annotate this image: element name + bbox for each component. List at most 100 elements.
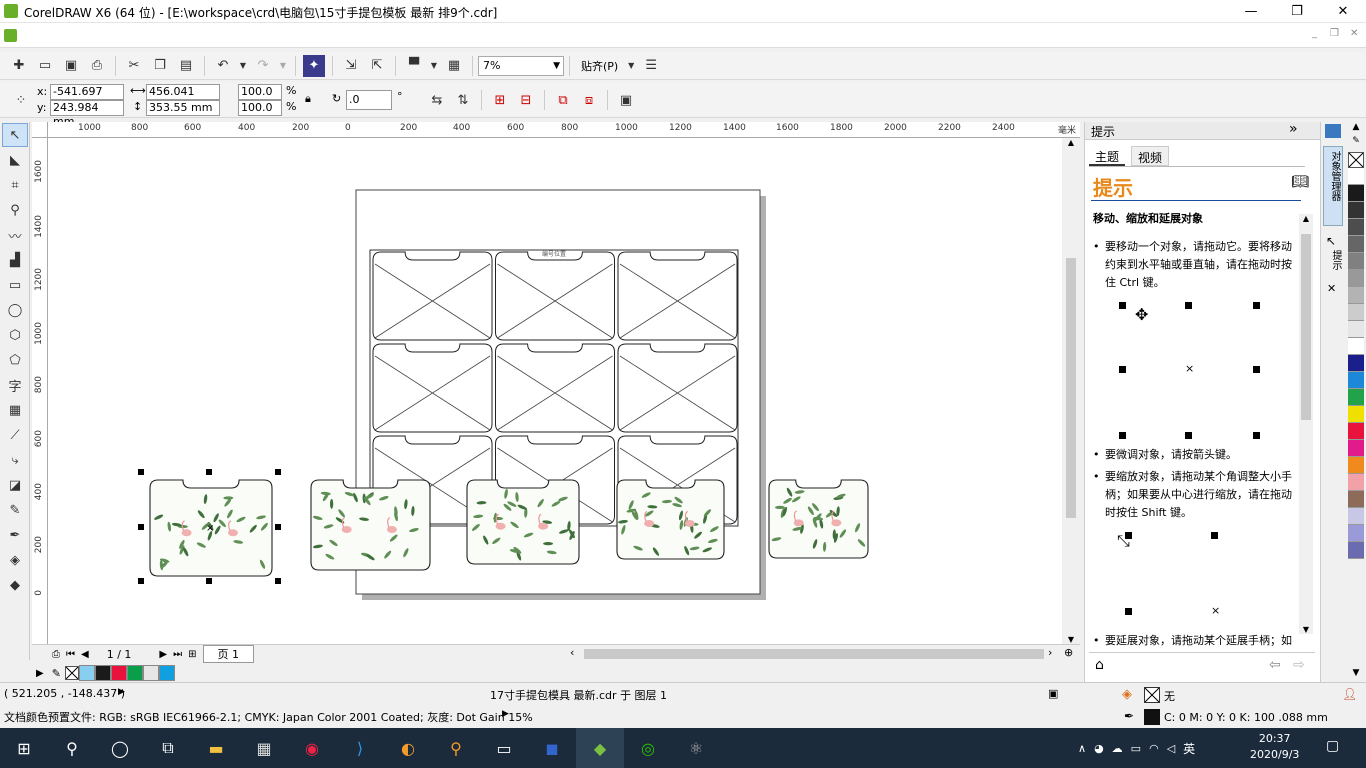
palette-down-icon[interactable]: ▼ <box>1346 668 1366 678</box>
cut-icon[interactable]: ✂ <box>123 55 145 77</box>
monitor-app-icon[interactable]: ▭ <box>480 728 528 768</box>
tab-hints[interactable]: 提示 <box>1323 250 1343 284</box>
save-icon[interactable]: ▣ <box>60 55 82 77</box>
wechat-icon[interactable]: ◎ <box>624 728 672 768</box>
open-folder-icon[interactable]: ▭ <box>34 55 56 77</box>
chrome-icon[interactable]: ◉ <box>288 728 336 768</box>
scroll-down-icon[interactable]: ▼ <box>1299 625 1313 634</box>
mirror-horizontal-icon[interactable]: ⇆ <box>426 89 448 111</box>
vscode-icon[interactable]: ⟩ <box>336 728 384 768</box>
fill-swatch[interactable] <box>1144 687 1160 703</box>
color-swatch[interactable] <box>1348 321 1364 338</box>
color-swatch[interactable] <box>1348 372 1364 389</box>
lock-ratio-icon[interactable]: 🔒︎ <box>305 92 311 106</box>
vertical-scrollbar[interactable]: ▲ ▼ <box>1062 138 1080 644</box>
cloud-icon[interactable]: ☁ <box>1112 742 1123 755</box>
doc-close-button[interactable]: ✕ <box>1350 28 1358 39</box>
tab-video[interactable]: 视频 <box>1131 146 1170 166</box>
restore-button[interactable]: ❐ <box>1274 0 1320 23</box>
ellipse-tool-icon[interactable]: ◯ <box>2 298 28 322</box>
color-swatch[interactable] <box>1348 338 1364 355</box>
color-swatch[interactable] <box>1348 168 1364 185</box>
document-icon[interactable] <box>4 29 17 42</box>
mirror-vertical-icon[interactable]: ⇅ <box>452 89 474 111</box>
scroll-up-icon[interactable]: ▲ <box>1299 214 1313 223</box>
color-swatch[interactable] <box>1348 440 1364 457</box>
blend-tool-icon[interactable]: ◪ <box>2 473 28 497</box>
color-swatch[interactable] <box>1348 542 1364 559</box>
selection-handle[interactable] <box>206 578 212 584</box>
color-swatch[interactable] <box>1348 474 1364 491</box>
clock[interactable]: 20:37 2020/9/3 <box>1250 731 1299 763</box>
page-options-icon[interactable]: ⎙ <box>52 649 60 660</box>
palette-eyedropper-icon[interactable]: ✎ <box>1346 136 1366 152</box>
import-icon[interactable]: ⇲ <box>340 55 362 77</box>
freehand-tool-icon[interactable]: 〰 <box>2 223 28 247</box>
rectangle-tool-icon[interactable]: ▭ <box>2 273 28 297</box>
ungroup-icon[interactable]: ⊟ <box>515 89 537 111</box>
selection-handle[interactable] <box>206 469 212 475</box>
selection-handle[interactable] <box>275 524 281 530</box>
floral-bag[interactable] <box>616 479 725 560</box>
export-icon[interactable]: ⇱ <box>366 55 388 77</box>
help-book-icon[interactable]: 📖︎ <box>1291 174 1309 190</box>
table-tool-icon[interactable]: ▦ <box>2 398 28 422</box>
snap-to-button[interactable]: 贴齐(P) <box>581 58 618 74</box>
color-swatch[interactable] <box>1348 270 1364 287</box>
docker-scrollbar[interactable]: ▲ ▼ <box>1299 214 1313 634</box>
minimize-button[interactable]: — <box>1228 0 1274 23</box>
color-swatch[interactable] <box>1348 253 1364 270</box>
ruler-origin[interactable] <box>32 122 48 138</box>
scroll-up-icon[interactable]: ▲ <box>1062 138 1080 147</box>
first-page-icon[interactable]: ⏮ <box>66 649 75 660</box>
text-tool-icon[interactable]: 字 <box>2 373 28 397</box>
webstorm-icon[interactable]: ◼ <box>528 728 576 768</box>
electron-icon[interactable]: ⚛ <box>672 728 720 768</box>
crop-tool-icon[interactable]: ⌗ <box>2 173 28 197</box>
task-view-icon[interactable]: ⧉ <box>144 728 192 768</box>
doc-restore-button[interactable]: ❐ <box>1330 28 1339 39</box>
document-color-swatch[interactable] <box>142 665 159 681</box>
interactive-fill-tool-icon[interactable]: ◆ <box>2 573 28 597</box>
dimension-tool-icon[interactable]: ⟋ <box>2 423 28 447</box>
color-swatch[interactable] <box>1348 508 1364 525</box>
selection-handle[interactable] <box>275 578 281 584</box>
file-explorer-icon[interactable]: ▬ <box>192 728 240 768</box>
application-launcher-icon[interactable]: ▀ <box>403 55 425 77</box>
selection-handle[interactable] <box>275 469 281 475</box>
launcher-dropdown-icon[interactable]: ▼ <box>429 55 439 77</box>
previous-page-icon[interactable]: ◀ <box>81 649 89 660</box>
palette-menu-icon[interactable]: ▶ <box>36 668 44 679</box>
tray-expand-icon[interactable]: ∧ <box>1078 742 1086 755</box>
horizontal-scroll-thumb[interactable] <box>584 649 1044 659</box>
group-icon[interactable]: ⊞ <box>489 89 511 111</box>
combine-icon[interactable]: ⧉ <box>552 89 574 111</box>
pick-tool-icon[interactable]: ↖ <box>2 123 28 147</box>
no-color-swatch[interactable] <box>64 666 79 680</box>
forward-arrow-icon[interactable]: ⇨ <box>1293 657 1305 673</box>
color-swatch[interactable] <box>1348 525 1364 542</box>
copy-icon[interactable]: ❐ <box>149 55 171 77</box>
view-mode-icon[interactable]: ▣ <box>1048 687 1058 700</box>
color-swatch[interactable] <box>1348 389 1364 406</box>
undo-icon[interactable]: ↶ <box>212 55 234 77</box>
color-swatch[interactable] <box>1348 236 1364 253</box>
new-document-icon[interactable]: ✚ <box>8 55 30 77</box>
no-fill-swatch[interactable] <box>1348 152 1364 168</box>
scale-y-field[interactable]: 100.0 <box>238 100 282 116</box>
cortana-icon[interactable]: ◯ <box>96 728 144 768</box>
coreldraw-taskbar-icon[interactable]: ◆ <box>576 728 624 768</box>
tab-object-manager[interactable]: 对象管理器 <box>1323 146 1343 226</box>
y-position-field[interactable]: 243.984 mm <box>50 100 124 128</box>
selection-handle[interactable] <box>138 524 144 530</box>
scroll-left-icon[interactable]: ‹ <box>570 646 574 659</box>
paste-icon[interactable]: ▤ <box>175 55 197 77</box>
next-page-icon[interactable]: ▶ <box>159 649 167 660</box>
color-swatch[interactable] <box>1348 491 1364 508</box>
battery-icon[interactable]: ▭ <box>1131 742 1141 755</box>
add-page-icon[interactable]: ⊞ <box>188 649 196 660</box>
outline-swatch[interactable] <box>1144 709 1160 725</box>
doc-minimize-button[interactable]: _ <box>1312 28 1317 39</box>
welcome-screen-icon[interactable]: ▦ <box>443 55 465 77</box>
floral-bag[interactable] <box>768 479 869 559</box>
